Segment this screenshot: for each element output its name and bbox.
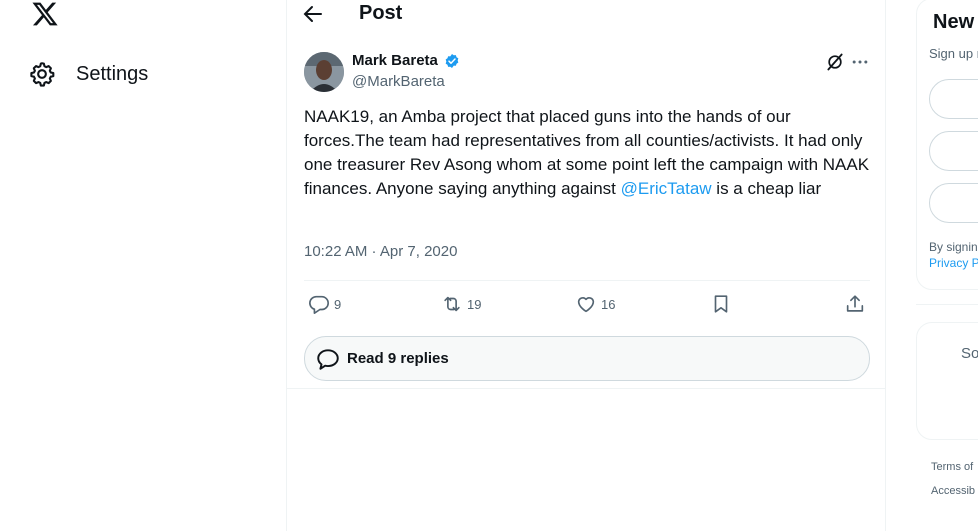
divider bbox=[916, 304, 978, 305]
reply-count: 9 bbox=[334, 296, 342, 312]
tweet-text: NAAK19, an Amba project that placed guns… bbox=[304, 105, 870, 201]
main-column: Post Mark Bareta @MarkBareta NAAK19, an … bbox=[286, 0, 886, 531]
left-navigation: Settings bbox=[0, 0, 286, 531]
author-handle[interactable]: @MarkBareta bbox=[352, 73, 445, 90]
reply-button[interactable]: 9 bbox=[308, 292, 341, 316]
tweet-text-part: is a cheap liar bbox=[711, 179, 822, 198]
repost-icon bbox=[444, 296, 460, 312]
grok-icon[interactable] bbox=[825, 52, 845, 72]
page-title: Post bbox=[359, 2, 403, 24]
avatar-image bbox=[304, 52, 344, 92]
nav-item-settings[interactable]: Settings bbox=[28, 56, 148, 92]
read-replies-label: Read 9 replies bbox=[347, 350, 449, 367]
share-icon bbox=[846, 295, 864, 312]
mention-link[interactable]: @EricTataw bbox=[621, 179, 712, 198]
trends-card: So bbox=[916, 322, 978, 440]
x-logo-icon[interactable] bbox=[30, 0, 60, 28]
create-account-button[interactable] bbox=[929, 183, 978, 223]
signup-title: New bbox=[933, 11, 975, 33]
privacy-policy-link[interactable]: Privacy P bbox=[929, 255, 978, 271]
signup-terms: By signin Privacy P bbox=[929, 239, 978, 271]
signup-apple-button[interactable] bbox=[929, 131, 978, 171]
signup-card: New Sign up n By signin Privacy P bbox=[916, 0, 978, 290]
reply-icon bbox=[309, 295, 329, 314]
page-header: Post bbox=[287, 0, 885, 28]
footer-terms-link[interactable]: Terms of bbox=[931, 461, 973, 473]
like-button[interactable]: 16 bbox=[575, 292, 615, 316]
arrow-left-icon[interactable] bbox=[301, 2, 325, 26]
repost-button[interactable]: 19 bbox=[441, 292, 481, 316]
signup-subtitle: Sign up n bbox=[929, 46, 978, 61]
share-button[interactable] bbox=[844, 292, 866, 316]
heart-icon bbox=[577, 297, 595, 313]
avatar[interactable] bbox=[304, 52, 344, 92]
bookmark-icon bbox=[714, 295, 728, 313]
signup-google-button[interactable] bbox=[929, 79, 978, 119]
author-name[interactable]: Mark Bareta bbox=[352, 52, 438, 69]
timestamp[interactable]: 10:22 AM · Apr 7, 2020 bbox=[304, 243, 457, 260]
bookmark-button[interactable] bbox=[710, 292, 732, 316]
more-options-icon[interactable] bbox=[850, 52, 870, 72]
divider bbox=[287, 388, 885, 389]
like-count: 16 bbox=[601, 296, 616, 312]
verified-badge-icon bbox=[445, 54, 459, 68]
footer-accessibility-link[interactable]: Accessib bbox=[931, 485, 975, 497]
terms-text: By signin bbox=[929, 240, 978, 254]
gear-icon bbox=[30, 62, 55, 87]
trends-text: So bbox=[961, 345, 978, 362]
read-replies-button[interactable]: Read 9 replies bbox=[304, 336, 870, 381]
right-sidebar: New Sign up n By signin Privacy P So Ter… bbox=[916, 0, 978, 531]
settings-label: Settings bbox=[76, 62, 149, 85]
repost-count: 19 bbox=[467, 296, 482, 312]
divider bbox=[304, 280, 870, 281]
replies-bubble-icon bbox=[317, 348, 339, 370]
